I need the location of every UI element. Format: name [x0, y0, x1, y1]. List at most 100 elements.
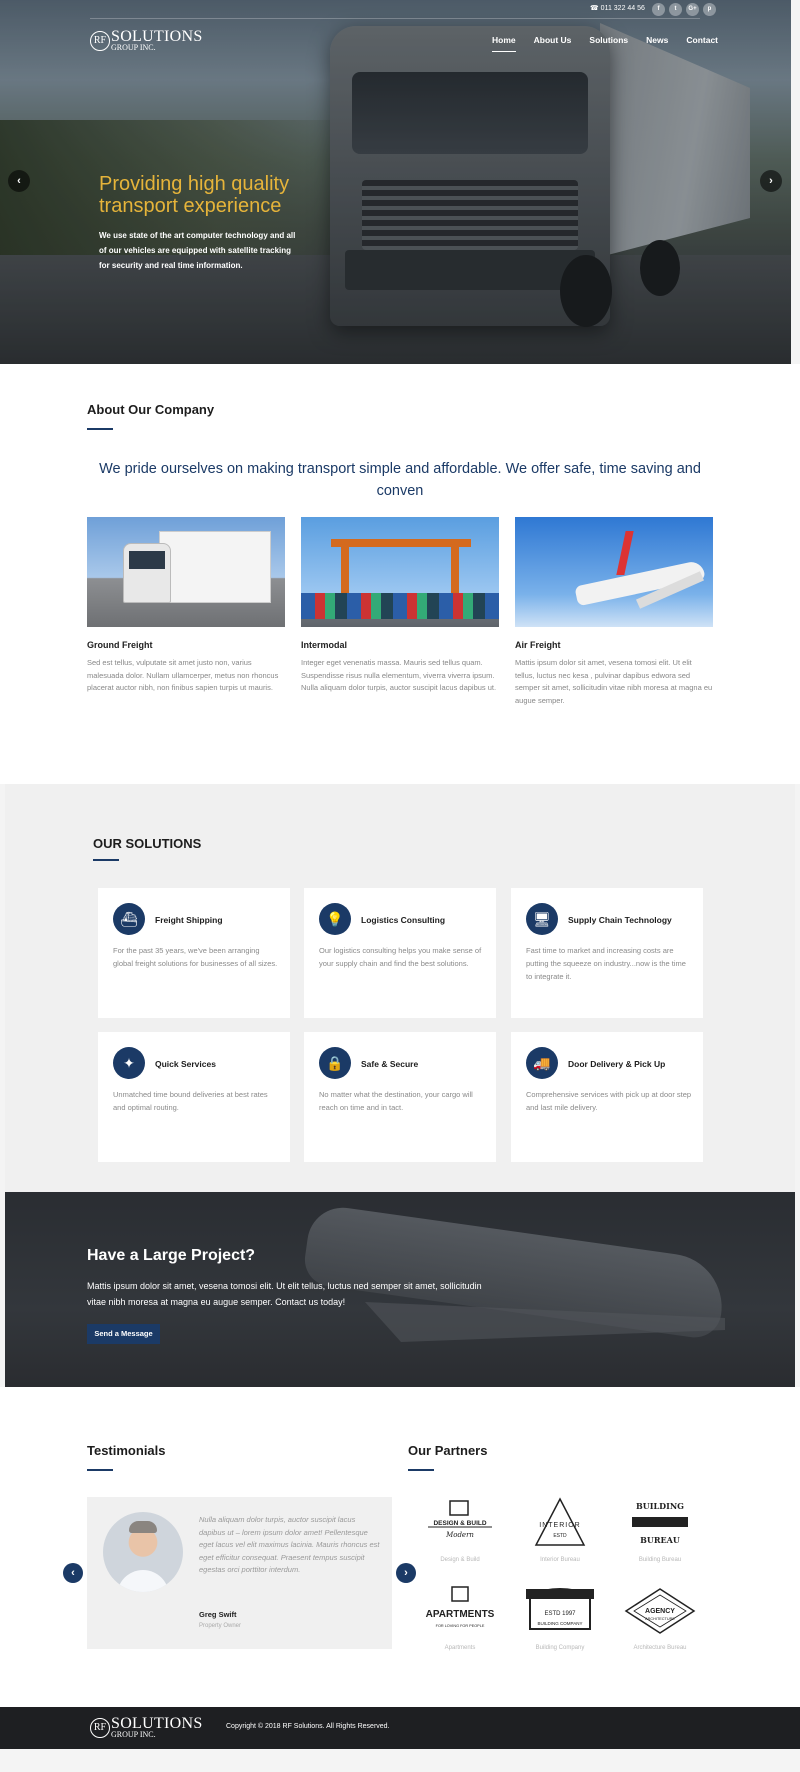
cta-section: Have a Large Project? Mattis ipsum dolor…: [5, 1192, 795, 1387]
solution-card-supply-chain-technology[interactable]: 🖥 Supply Chain Technology Fast time to m…: [511, 888, 703, 1018]
solution-title: Freight Shipping: [155, 915, 223, 925]
partner-name: Design & Build: [440, 1557, 480, 1563]
avatar: [103, 1512, 183, 1592]
nav-solutions[interactable]: Solutions: [589, 35, 628, 49]
svg-text:BUREAU: BUREAU: [640, 1535, 680, 1545]
intermodal-title: Intermodal: [301, 640, 348, 650]
crane-beam-shape: [331, 539, 471, 547]
svg-text:ARCHITECTURE: ARCHITECTURE: [645, 1617, 675, 1621]
solutions-title: OUR SOLUTIONS: [93, 836, 202, 851]
hero-title: Providing high quality transport experie…: [99, 173, 290, 217]
cta-title: Have a Large Project?: [87, 1247, 256, 1264]
about-section: About Our Company We pride ourselves on …: [0, 364, 800, 784]
testimonial-card: Nulla aliquam dolor turpis, auctor susci…: [87, 1497, 392, 1649]
monitor-icon: 🖥: [526, 903, 558, 935]
building-bureau-logo: BUILDING BUREAU: [620, 1497, 700, 1549]
lock-icon: 🔒: [319, 1047, 351, 1079]
solution-title: Quick Services: [155, 1059, 216, 1069]
svg-text:INTERIOR: INTERIOR: [539, 1522, 580, 1529]
logo-main-text: SOLUTIONS: [111, 28, 203, 45]
plane-tail-shape: [616, 531, 634, 575]
footer: RF SOLUTIONS GROUP INC. Copyright © 2018…: [0, 1707, 800, 1749]
phone-number[interactable]: ☎ 011 322 44 56: [590, 4, 645, 12]
partners-title-underline: [408, 1469, 434, 1471]
facebook-icon[interactable]: f: [652, 3, 665, 16]
ground-freight-title: Ground Freight: [87, 640, 153, 650]
svg-text:BUILDING COMPANY: BUILDING COMPANY: [538, 1621, 583, 1626]
partner-building-company[interactable]: ESTD 1997 BUILDING COMPANY Building Comp…: [510, 1585, 610, 1665]
social-links: f t G+ p: [652, 3, 716, 16]
svg-text:APARTMENTS: APARTMENTS: [426, 1609, 495, 1620]
hero-prev-arrow-icon[interactable]: ‹: [8, 170, 30, 192]
nav-news[interactable]: News: [646, 35, 668, 49]
svg-text:DESIGN & BUILD: DESIGN & BUILD: [433, 1520, 486, 1527]
partner-architecture-bureau[interactable]: AGENCY ARCHITECTURE Architecture Bureau: [610, 1585, 710, 1665]
partner-name: Building Company: [535, 1645, 585, 1651]
air-freight-text: Mattis ipsum dolor sit amet, vesena tomo…: [515, 658, 713, 705]
partner-design-build[interactable]: DESIGN & BUILD Modern Design & Build: [410, 1497, 510, 1577]
solution-text: Unmatched time bound deliveries at best …: [113, 1090, 268, 1112]
truck-window-shape: [129, 551, 165, 569]
building-company-logo: ESTD 1997 BUILDING COMPANY: [520, 1585, 600, 1637]
solution-card-quick-services[interactable]: ✦ Quick Services Unmatched time bound de…: [98, 1032, 290, 1162]
footer-logo-sub-text: GROUP INC.: [111, 1730, 156, 1739]
apartments-logo-mark: APARTMENTS FOR LOVING FOR PEOPLE: [426, 1586, 495, 1628]
design-build-logo: DESIGN & BUILD Modern: [420, 1497, 500, 1549]
hero-banner: ☎ 011 322 44 56 f t G+ p RF SOLUTIONS GR…: [0, 0, 791, 364]
magic-wand-icon: ✦: [113, 1047, 145, 1079]
partner-interior-bureau[interactable]: INTERIOR ESTD Interior Bureau: [510, 1497, 610, 1577]
testimonial-name: Greg Swift: [199, 1610, 237, 1619]
pinterest-icon[interactable]: p: [703, 3, 716, 16]
partner-name: Building Bureau: [638, 1557, 682, 1563]
phone-text: 011 322 44 56: [600, 5, 645, 12]
footer-logo-rf-emblem: RF: [90, 1718, 110, 1738]
footer-logo[interactable]: RF SOLUTIONS GROUP INC.: [90, 1715, 203, 1739]
solution-card-freight-shipping[interactable]: ⛴ Freight Shipping For the past 35 years…: [98, 888, 290, 1018]
intermodal-text: Integer eget venenatis massa. Mauris sed…: [301, 658, 497, 692]
partner-apartments[interactable]: APARTMENTS FOR LOVING FOR PEOPLE Apartme…: [410, 1585, 510, 1665]
nav-about-us[interactable]: About Us: [534, 35, 572, 49]
solution-text: Fast time to market and increasing costs…: [526, 946, 686, 981]
send-message-button[interactable]: Send a Message: [87, 1324, 160, 1344]
air-freight-image: [515, 517, 713, 627]
solution-title: Supply Chain Technology: [568, 915, 672, 925]
testimonials-title-underline: [87, 1469, 113, 1471]
solutions-title-underline: [93, 859, 119, 861]
architecture-bureau-logo: AGENCY ARCHITECTURE: [620, 1585, 700, 1637]
avatar-shirt: [117, 1570, 169, 1592]
interior-bureau-logo: INTERIOR ESTD: [520, 1497, 600, 1549]
about-title: About Our Company: [87, 402, 215, 417]
building-company-logo-mark: ESTD 1997 BUILDING COMPANY: [526, 1588, 594, 1630]
partner-name: Architecture Bureau: [633, 1645, 687, 1651]
testimonial-prev-arrow-icon[interactable]: ‹: [63, 1563, 83, 1583]
solution-card-logistics-consulting[interactable]: 💡 Logistics Consulting Our logistics con…: [304, 888, 496, 1018]
truck-icon: 🚚: [526, 1047, 558, 1079]
architecture-bureau-logo-mark: AGENCY ARCHITECTURE: [624, 1588, 696, 1634]
about-title-underline: [87, 428, 113, 430]
solution-card-door-delivery[interactable]: 🚚 Door Delivery & Pick Up Comprehensive …: [511, 1032, 703, 1162]
google-plus-icon[interactable]: G+: [686, 3, 699, 16]
solution-title: Safe & Secure: [361, 1059, 419, 1069]
hero-next-arrow-icon[interactable]: ›: [760, 170, 782, 192]
crane-leg-shape: [451, 539, 459, 601]
footer-logo-main-text: SOLUTIONS: [111, 1715, 203, 1732]
hero-description: We use state of the art computer technol…: [99, 231, 296, 270]
nav-contact[interactable]: Contact: [686, 35, 718, 49]
main-nav: Home About Us Solutions News Contact: [492, 35, 736, 52]
solution-text: Comprehensive services with pick up at d…: [526, 1090, 692, 1112]
twitter-icon[interactable]: t: [669, 3, 682, 16]
interior-bureau-logo-mark: INTERIOR ESTD: [534, 1497, 586, 1546]
nav-home[interactable]: Home: [492, 35, 516, 52]
svg-text:ESTD: ESTD: [553, 1533, 567, 1539]
partner-building-bureau[interactable]: BUILDING BUREAU Building Bureau: [610, 1497, 710, 1577]
air-freight-title: Air Freight: [515, 640, 561, 650]
solution-text: No matter what the destination, your car…: [319, 1090, 473, 1112]
header-logo[interactable]: RF SOLUTIONS GROUP INC.: [90, 28, 203, 52]
solution-card-safe-secure[interactable]: 🔒 Safe & Secure No matter what the desti…: [304, 1032, 496, 1162]
ship-icon: ⛴: [113, 903, 145, 935]
building-bureau-logo-mark: BUILDING BUREAU: [632, 1501, 688, 1545]
partner-name: Interior Bureau: [540, 1557, 580, 1563]
truck-box-shape: [159, 531, 271, 603]
solution-title: Logistics Consulting: [361, 915, 446, 925]
logo-sub-text: GROUP INC.: [111, 43, 156, 52]
